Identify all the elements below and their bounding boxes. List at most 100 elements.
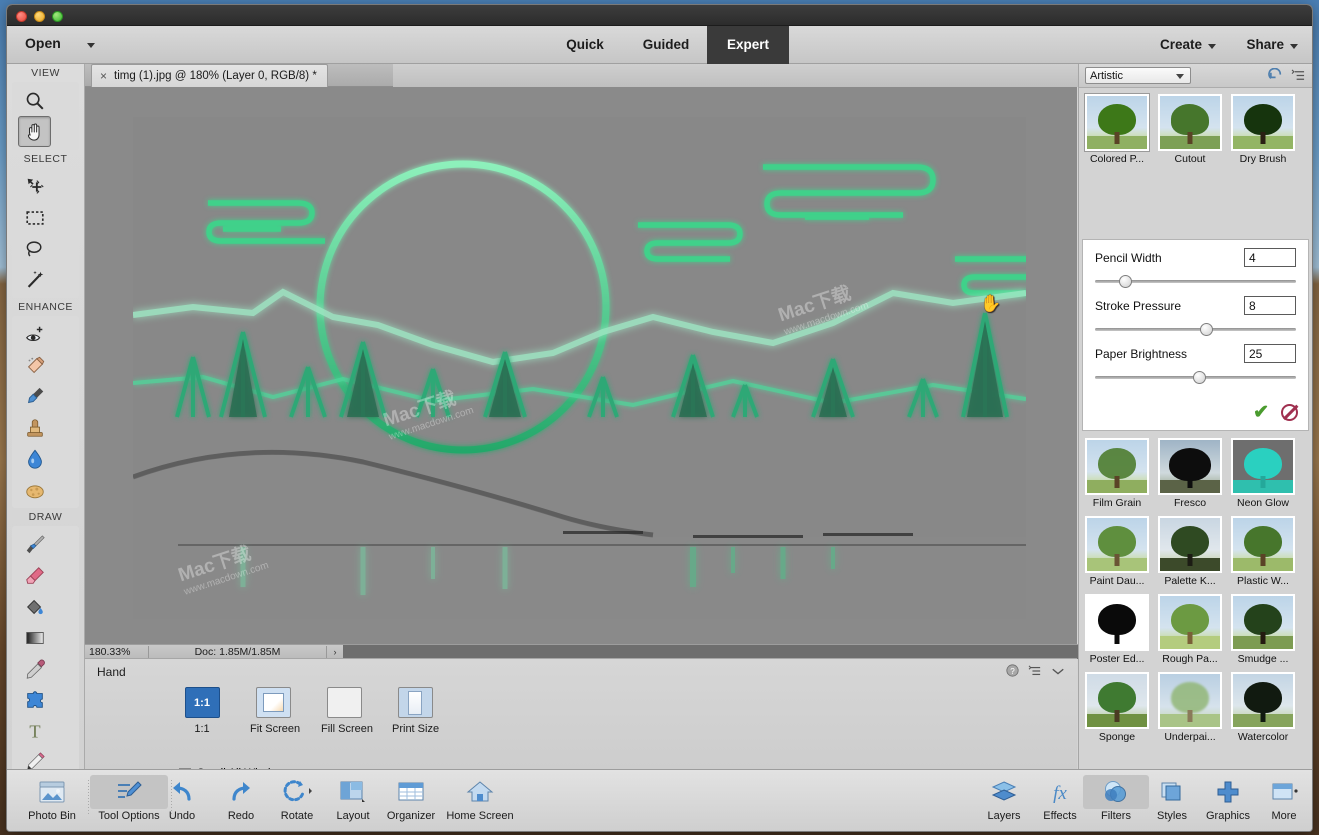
filter-film-grain-thumbnail[interactable] [1085, 438, 1149, 495]
share-chevron-down-icon[interactable] [1290, 44, 1298, 49]
view-preset-fill-screen-box[interactable] [326, 687, 362, 718]
filter-palette-knife-thumbnail[interactable] [1158, 516, 1222, 573]
setting-stroke-pressure-slider[interactable] [1095, 322, 1296, 336]
view-preset-1to1-box[interactable]: 1:1 [184, 687, 220, 718]
zoom-window-button[interactable] [52, 11, 63, 22]
quick-selection-tool[interactable] [18, 264, 51, 295]
filter-paint-daubs-thumbnail[interactable] [1085, 516, 1149, 573]
slider-knob[interactable] [1119, 275, 1133, 288]
create-chevron-down-icon[interactable] [1208, 44, 1216, 49]
zoom-level-field[interactable]: 180.33% [85, 645, 149, 658]
filter-smudge-stick[interactable]: Smudge ... [1228, 594, 1298, 668]
smart-brush-tool[interactable] [18, 381, 51, 412]
filter-plastic-wrap[interactable]: Plastic W... [1228, 516, 1298, 590]
share-button[interactable]: Share [1246, 26, 1284, 64]
hand-tool[interactable] [18, 116, 51, 147]
filter-watercolor[interactable]: Watercolor [1228, 672, 1298, 746]
filter-category-select[interactable]: Artistic [1085, 67, 1191, 84]
apply-filter-button[interactable]: ✔ [1253, 401, 1269, 424]
taskbar-photo-bin[interactable]: Photo Bin [19, 775, 85, 822]
slider-knob[interactable] [1199, 323, 1213, 336]
filter-palette-knife[interactable]: Palette K... [1155, 516, 1225, 590]
filter-dry-brush[interactable]: Dry Brush [1228, 94, 1298, 168]
view-preset-fit-screen-label: Fit Screen [250, 723, 301, 735]
setting-paper-brightness-slider[interactable] [1095, 370, 1296, 384]
filter-neon-glow-thumbnail[interactable] [1231, 438, 1295, 495]
filter-rough-pastels-thumbnail[interactable] [1158, 594, 1222, 651]
view-preset-fit-screen[interactable]: Fit Screen [250, 687, 301, 735]
cancel-filter-button[interactable] [1281, 404, 1298, 421]
eyedropper-tool[interactable] [18, 653, 51, 684]
filter-fresco-thumbnail[interactable] [1158, 438, 1222, 495]
filter-cutout[interactable]: Cutout [1155, 94, 1225, 168]
document-tab[interactable]: × timg (1).jpg @ 180% (Layer 0, RGB/8) * [91, 64, 328, 87]
panel-menu-icon[interactable] [1291, 69, 1306, 82]
setting-paper-brightness-input[interactable]: 25 [1244, 344, 1296, 363]
brush-tool[interactable] [18, 529, 51, 560]
lasso-tool[interactable] [18, 233, 51, 264]
close-document-icon[interactable]: × [100, 69, 107, 83]
taskbar-undo[interactable]: Undo [149, 775, 215, 822]
tab-expert[interactable]: Expert [707, 26, 789, 64]
eraser-tool[interactable] [18, 560, 51, 591]
sponge-tool[interactable] [18, 474, 51, 505]
filter-paint-daubs[interactable]: Paint Dau... [1082, 516, 1152, 590]
reset-icon[interactable] [1268, 68, 1285, 83]
view-preset-print-size-box[interactable] [397, 687, 433, 718]
zoom-tool[interactable] [18, 85, 51, 116]
tab-guided[interactable]: Guided [628, 26, 704, 64]
filter-plastic-wrap-thumbnail[interactable] [1231, 516, 1295, 573]
filter-sponge-thumbnail[interactable] [1085, 672, 1149, 729]
open-chevron-down-icon[interactable] [87, 43, 95, 48]
view-preset-print-size[interactable]: Print Size [392, 687, 439, 735]
create-button[interactable]: Create [1160, 26, 1202, 64]
collapse-chevron-icon[interactable] [1051, 666, 1065, 676]
canvas-area[interactable]: Mac下载 www.macdown.com Mac下载 www.macdown.co… [85, 87, 1077, 644]
filter-film-grain[interactable]: Film Grain [1082, 438, 1152, 512]
gradient-tool[interactable] [18, 622, 51, 653]
filter-underpainting-thumbnail[interactable] [1158, 672, 1222, 729]
blur-tool[interactable] [18, 443, 51, 474]
filter-poster-edges[interactable]: Poster Ed... [1082, 594, 1152, 668]
tab-quick[interactable]: Quick [552, 26, 618, 64]
view-preset-1to1[interactable]: 1:1 1:1 [179, 687, 225, 735]
filter-smudge-stick-thumbnail[interactable] [1231, 594, 1295, 651]
red-eye-removal-tool[interactable] [18, 319, 51, 350]
setting-pencil-width-slider[interactable] [1095, 274, 1296, 288]
filter-poster-edges-thumbnail[interactable] [1085, 594, 1149, 651]
paint-bucket-tool[interactable] [18, 591, 51, 622]
filter-colored-pencil-thumbnail[interactable] [1085, 94, 1149, 151]
taskbar-more[interactable]: More [1251, 775, 1312, 822]
move-tool[interactable] [18, 171, 51, 202]
close-window-button[interactable] [16, 11, 27, 22]
setting-pencil-width-input[interactable]: 4 [1244, 248, 1296, 267]
filter-rough-pastels[interactable]: Rough Pa... [1155, 594, 1225, 668]
document-image[interactable]: Mac下载 www.macdown.com Mac下载 www.macdown.co… [133, 117, 1026, 619]
filter-colored-pencil[interactable]: Colored P... [1082, 94, 1152, 168]
custom-shape-tool[interactable] [18, 684, 51, 715]
taskbar-organizer[interactable]: Organizer [376, 775, 446, 822]
undo-arrow-icon [149, 775, 215, 809]
filter-dry-brush-thumbnail[interactable] [1231, 94, 1295, 151]
view-preset-fill-screen[interactable]: Fill Screen [321, 687, 373, 735]
help-icon[interactable]: ? [1006, 664, 1019, 677]
minimize-window-button[interactable] [34, 11, 45, 22]
taskbar-home-screen[interactable]: Home Screen [439, 775, 521, 822]
filter-grid-row: Paint Dau... Palette K... Plastic W... [1079, 512, 1312, 590]
menu-icon[interactable] [1028, 664, 1042, 677]
type-tool[interactable]: T [18, 715, 51, 746]
view-preset-fit-screen-box[interactable] [255, 687, 291, 718]
status-expand-arrow-icon[interactable]: › [327, 647, 343, 657]
filter-watercolor-thumbnail[interactable] [1231, 672, 1295, 729]
filter-sponge[interactable]: Sponge [1082, 672, 1152, 746]
open-button[interactable]: Open [25, 35, 61, 51]
filter-cutout-thumbnail[interactable] [1158, 94, 1222, 151]
clone-stamp-tool[interactable] [18, 412, 51, 443]
rectangular-marquee-tool[interactable] [18, 202, 51, 233]
filter-neon-glow[interactable]: Neon Glow [1228, 438, 1298, 512]
slider-knob[interactable] [1193, 371, 1207, 384]
filter-underpainting[interactable]: Underpai... [1155, 672, 1225, 746]
setting-stroke-pressure-input[interactable]: 8 [1244, 296, 1296, 315]
filter-fresco[interactable]: Fresco [1155, 438, 1225, 512]
spot-healing-brush-tool[interactable] [18, 350, 51, 381]
